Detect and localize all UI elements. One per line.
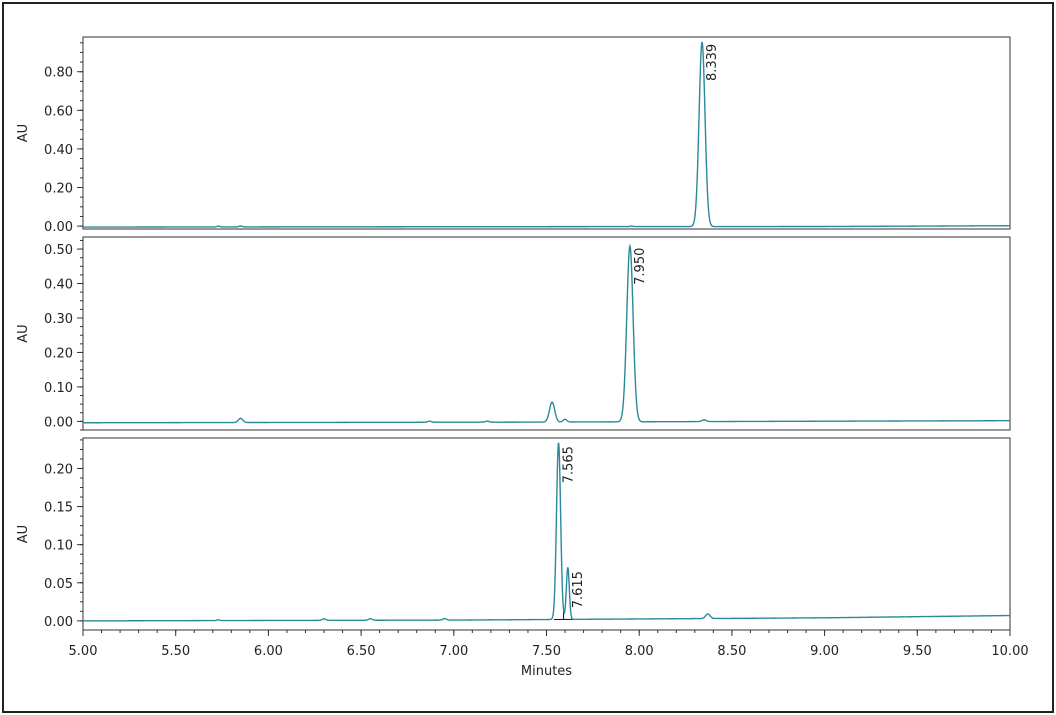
chart-panel-1: 0.00 0.20 0.40 0.60 0.80 AU 8.339 (16, 36, 1011, 235)
plot-area-border (82, 236, 1011, 431)
chromatogram-trace (83, 41, 1010, 228)
y-tick-label: 0.10 (44, 539, 73, 554)
x-tick-label: 6.50 (347, 644, 376, 659)
x-tick-label: 7.50 (532, 644, 561, 659)
x-tick-label: 7.00 (439, 644, 468, 659)
y-tick-label: 0.00 (44, 220, 73, 235)
y-axis-title: AU (16, 124, 31, 142)
y-tick-label: 0.40 (44, 278, 73, 293)
y-tick-label: 0.05 (44, 577, 73, 592)
x-tick-label: 5.00 (69, 644, 98, 659)
x-tick-label: 9.00 (810, 644, 839, 659)
peak-label: 7.950 (633, 248, 648, 285)
x-axis-title: Minutes (521, 664, 572, 679)
y-tick-label: 0.40 (44, 143, 73, 158)
chart-panel-3: 0.00 0.05 0.10 0.15 0.20 AU 5.00 5.50 6.00 6.50 7.… (16, 437, 1029, 659)
chromatogram-trace (83, 243, 1011, 424)
y-tick-label: 0.20 (44, 346, 73, 361)
y-tick-label: 0.50 (44, 243, 73, 258)
chromatogram-trace (83, 442, 1011, 622)
y-tick-label: 0.30 (44, 312, 73, 327)
x-tick-label: 8.00 (625, 644, 654, 659)
y-tick-label: 0.15 (44, 501, 73, 516)
x-tick-label: 8.50 (717, 644, 746, 659)
peak-label: 8.339 (705, 44, 720, 81)
y-tick-label: 0.00 (44, 415, 73, 430)
y-tick-label: 0.00 (44, 615, 73, 630)
plot-area-border (82, 437, 1011, 631)
peak-label: 7.615 (571, 571, 586, 608)
x-tick-label: 6.00 (254, 644, 283, 659)
y-tick-label: 0.80 (44, 66, 73, 81)
x-tick-label: 10.00 (991, 644, 1028, 659)
y-tick-label: 0.20 (44, 462, 73, 477)
chart-panel-2: 0.00 0.10 0.20 0.30 0.40 0.50 AU 7.950 (16, 236, 1011, 431)
y-tick-label: 0.20 (44, 182, 73, 197)
x-tick-label: 5.50 (161, 644, 190, 659)
plot-area-border (82, 36, 1011, 230)
y-axis-title: AU (16, 324, 31, 342)
chromatogram-figure: 0.000.200.400.600.80AU8.3390.000.100.200… (16, 36, 1029, 679)
y-axis-title: AU (16, 525, 31, 543)
y-tick-label: 0.10 (44, 381, 73, 396)
y-tick-label: 0.60 (44, 104, 73, 119)
peak-label: 7.565 (562, 446, 577, 483)
x-tick-label: 9.50 (903, 644, 932, 659)
